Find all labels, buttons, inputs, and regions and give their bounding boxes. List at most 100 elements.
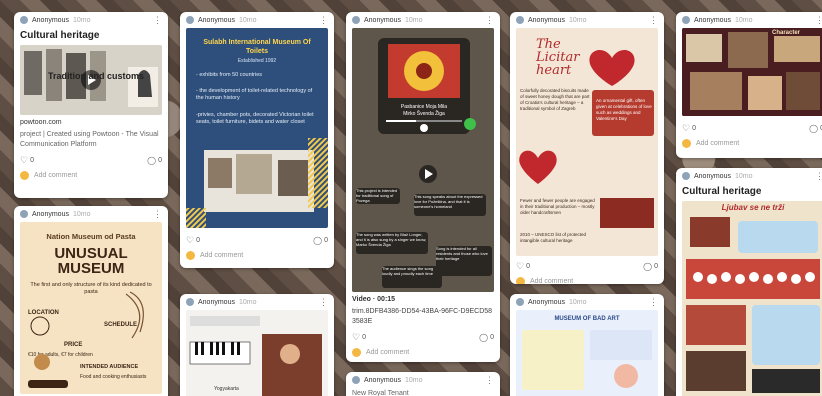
comment-count: 0 bbox=[158, 157, 162, 165]
comment-icon[interactable]: ◯ bbox=[147, 156, 156, 165]
user-avatar-icon bbox=[20, 171, 29, 181]
add-comment-label: Add comment bbox=[200, 252, 244, 259]
avatar bbox=[516, 16, 524, 24]
add-comment[interactable]: Add comment bbox=[676, 137, 822, 153]
card-footer: ♡ 0 ◯ 0 bbox=[510, 258, 664, 275]
heart-icon[interactable]: ♡ bbox=[516, 261, 524, 272]
more-options-icon[interactable]: ⋮ bbox=[319, 15, 328, 25]
comment-count: 0 bbox=[490, 334, 494, 342]
caption: Song is intended for all residents and t… bbox=[436, 246, 488, 262]
link-domain[interactable]: powtoon.com bbox=[14, 115, 168, 130]
comment-icon[interactable]: ◯ bbox=[479, 333, 488, 342]
like-count: 0 bbox=[526, 263, 530, 270]
video-label: Video · 00:15 bbox=[352, 296, 396, 303]
add-comment-label: Add comment bbox=[696, 140, 740, 147]
comment-icon[interactable]: ◯ bbox=[313, 236, 322, 245]
poster-image[interactable]: MUSEUM OF BAD ART bbox=[516, 310, 658, 396]
poster-image[interactable]: Nation Museum od Pasta UNUSUAL MUSEUM Th… bbox=[20, 222, 162, 394]
video-filename: trim.8DFB4386-DD54-43BA-96FC-D9ECD583583… bbox=[352, 308, 493, 325]
post-card[interactable]: Anonymous 10mo ⋮ Yogyakarta bbox=[180, 294, 334, 396]
avatar bbox=[20, 16, 28, 24]
card-header: Anonymous 10mo ⋮ bbox=[180, 12, 334, 28]
card-header: Anonymous 10mo ⋮ bbox=[14, 12, 168, 28]
post-time: 10mo bbox=[72, 210, 91, 218]
poster-image[interactable]: The Licitar heart Colorfully decorated b… bbox=[516, 28, 658, 256]
card-footer: ♡ 0 ◯ 0 bbox=[180, 232, 334, 249]
more-options-icon[interactable]: ⋮ bbox=[153, 15, 162, 25]
post-card[interactable]: Anonymous 10mo ⋮ Nation Museum od Pasta … bbox=[14, 206, 168, 396]
card-header: Anonymous 10mo ⋮ bbox=[510, 294, 664, 310]
add-comment[interactable]: Add comment bbox=[180, 249, 334, 265]
post-card[interactable]: Anonymous 10mo ⋮ The Licitar heart Color… bbox=[510, 12, 664, 284]
author-name: Anonymous bbox=[364, 376, 401, 384]
author-name: Anonymous bbox=[528, 16, 565, 24]
poster-image[interactable]: Character bbox=[682, 28, 822, 116]
add-comment[interactable]: Add comment bbox=[510, 275, 664, 284]
heart-icon[interactable]: ♡ bbox=[186, 235, 194, 246]
preview-text: Tradition and customs bbox=[48, 71, 145, 81]
post-time: 10mo bbox=[734, 172, 753, 180]
post-time: 10mo bbox=[568, 16, 587, 24]
post-time: 10mo bbox=[568, 298, 587, 306]
author-name: Anonymous bbox=[694, 172, 731, 180]
poster-photo bbox=[186, 138, 328, 228]
card-header: Anonymous 10mo ⋮ bbox=[676, 168, 822, 184]
card-title: Cultural heritage bbox=[20, 30, 100, 41]
post-time: 10mo bbox=[734, 16, 753, 24]
avatar bbox=[682, 172, 690, 180]
post-card[interactable]: Anonymous 10mo ⋮ New Royal Tenant bbox=[346, 372, 500, 396]
add-comment[interactable]: Add comment bbox=[14, 169, 168, 185]
avatar bbox=[352, 16, 360, 24]
track-title: Pasbanice Moja Mila bbox=[400, 104, 448, 110]
comment-counter: ◯ 0 bbox=[147, 156, 162, 165]
like-count: 0 bbox=[362, 334, 366, 342]
add-comment-label: Add comment bbox=[34, 172, 78, 180]
more-options-icon[interactable]: ⋮ bbox=[485, 15, 494, 25]
more-options-icon[interactable]: ⋮ bbox=[649, 297, 658, 307]
like-count: 0 bbox=[30, 157, 34, 165]
author-name: Anonymous bbox=[528, 298, 565, 306]
more-options-icon[interactable]: ⋮ bbox=[815, 171, 822, 181]
heart-icon[interactable]: ♡ bbox=[682, 123, 690, 134]
post-time: 10mo bbox=[72, 16, 91, 24]
more-options-icon[interactable]: ⋮ bbox=[649, 15, 658, 25]
post-card[interactable]: Anonymous 10mo ⋮ Cultural heritage Tradi… bbox=[14, 12, 168, 198]
author-name: Anonymous bbox=[198, 298, 235, 306]
comment-counter: ◯ 0 bbox=[809, 124, 822, 133]
user-avatar-icon bbox=[516, 277, 525, 284]
post-card[interactable]: Anonymous 10mo ⋮ Cultural heritage Ljuba… bbox=[676, 168, 822, 396]
heart-icon[interactable]: ♡ bbox=[20, 155, 28, 166]
post-card[interactable]: Anonymous 10mo ⋮ Character ♡ 0 ◯ 0 bbox=[676, 12, 822, 158]
like-count: 0 bbox=[692, 125, 696, 132]
comment-icon[interactable]: ◯ bbox=[809, 124, 818, 133]
more-options-icon[interactable]: ⋮ bbox=[153, 209, 162, 219]
card-header: Anonymous 10mo ⋮ bbox=[14, 206, 168, 222]
card-snippet: New Royal Tenant bbox=[352, 390, 409, 396]
video-frame[interactable]: Pasbanice Moja Mila Mirko Švenda Žiga Th… bbox=[352, 28, 494, 292]
comment-count: 0 bbox=[324, 237, 328, 244]
post-card[interactable]: Anonymous 10mo ⋮ MUSEUM OF BAD ART bbox=[510, 294, 664, 396]
add-comment[interactable]: Add comment bbox=[346, 346, 500, 362]
poster-point: 2010 – UNESCO list of protected intangib… bbox=[520, 232, 587, 243]
more-options-icon[interactable]: ⋮ bbox=[485, 375, 494, 385]
poster-image[interactable]: Yogyakarta bbox=[186, 310, 328, 396]
more-options-icon[interactable]: ⋮ bbox=[319, 297, 328, 307]
more-options-icon[interactable]: ⋮ bbox=[815, 15, 822, 25]
author-name: Anonymous bbox=[198, 16, 235, 24]
caption: This song speaks about the expressed lov… bbox=[414, 194, 483, 210]
add-comment-label: Add comment bbox=[366, 349, 410, 357]
post-card[interactable]: Anonymous 10mo ⋮ Sulabh International Mu… bbox=[180, 12, 334, 268]
poster-image[interactable]: Ljubav se ne trži bbox=[682, 201, 822, 396]
heart-icon[interactable]: ♡ bbox=[352, 332, 360, 343]
poster-image[interactable]: Sulabh International Museum Of Toilets E… bbox=[186, 28, 328, 228]
poster-point: Colorfully decorated biscuits made of sw… bbox=[520, 88, 590, 111]
author-name: Anonymous bbox=[694, 16, 731, 24]
post-card[interactable]: Anonymous 10mo ⋮ Pasbanice Moja Mila Mir… bbox=[346, 12, 500, 362]
link-preview-image[interactable]: Tradition and customs bbox=[20, 45, 162, 115]
post-time: 10mo bbox=[238, 16, 257, 24]
post-time: 10mo bbox=[404, 16, 423, 24]
card-header: Anonymous 10mo ⋮ bbox=[346, 12, 500, 28]
comment-icon[interactable]: ◯ bbox=[643, 262, 652, 271]
caption: The song was written by Blaž Longer, and… bbox=[356, 232, 427, 248]
avatar bbox=[186, 16, 194, 24]
